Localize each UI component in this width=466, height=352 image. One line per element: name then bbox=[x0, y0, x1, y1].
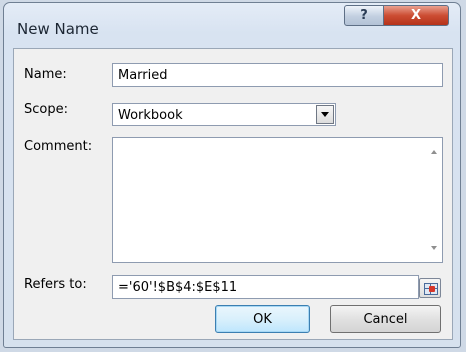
name-input[interactable]: Married bbox=[112, 63, 443, 87]
help-icon: ? bbox=[360, 8, 368, 23]
scroll-down-icon[interactable] bbox=[431, 246, 437, 250]
refers-to-input[interactable]: ='60'!$B$4:$E$11 bbox=[112, 275, 419, 299]
dialog-title: New Name bbox=[17, 20, 99, 38]
cancel-button[interactable]: Cancel bbox=[330, 305, 441, 333]
name-label: Name: bbox=[24, 67, 67, 82]
new-name-dialog: New Name ? X Name: Married Scope: Workbo… bbox=[3, 2, 461, 348]
scope-dropdown-button[interactable] bbox=[316, 105, 334, 124]
scope-label: Scope: bbox=[24, 102, 68, 117]
comment-textarea[interactable] bbox=[112, 137, 443, 263]
comment-label: Comment: bbox=[24, 139, 93, 154]
name-input-value: Married bbox=[118, 68, 168, 83]
refers-to-value: ='60'!$B$4:$E$11 bbox=[118, 280, 238, 295]
range-marker-icon bbox=[429, 286, 435, 292]
title-bar: New Name ? X bbox=[4, 3, 460, 47]
collapse-dialog-button[interactable] bbox=[419, 278, 441, 298]
dialog-body: Name: Married Scope: Workbook Comment: R… bbox=[13, 48, 453, 340]
refers-to-label: Refers to: bbox=[24, 277, 87, 292]
scroll-up-icon[interactable] bbox=[431, 150, 437, 154]
close-button[interactable]: X bbox=[383, 5, 449, 26]
help-button[interactable]: ? bbox=[344, 5, 384, 26]
ok-button[interactable]: OK bbox=[215, 305, 310, 333]
cancel-button-label: Cancel bbox=[363, 311, 408, 327]
scope-select-value: Workbook bbox=[118, 108, 183, 123]
chevron-down-icon bbox=[321, 112, 329, 117]
ok-button-label: OK bbox=[253, 311, 272, 327]
scope-select[interactable]: Workbook bbox=[112, 103, 336, 126]
close-icon: X bbox=[410, 8, 422, 23]
